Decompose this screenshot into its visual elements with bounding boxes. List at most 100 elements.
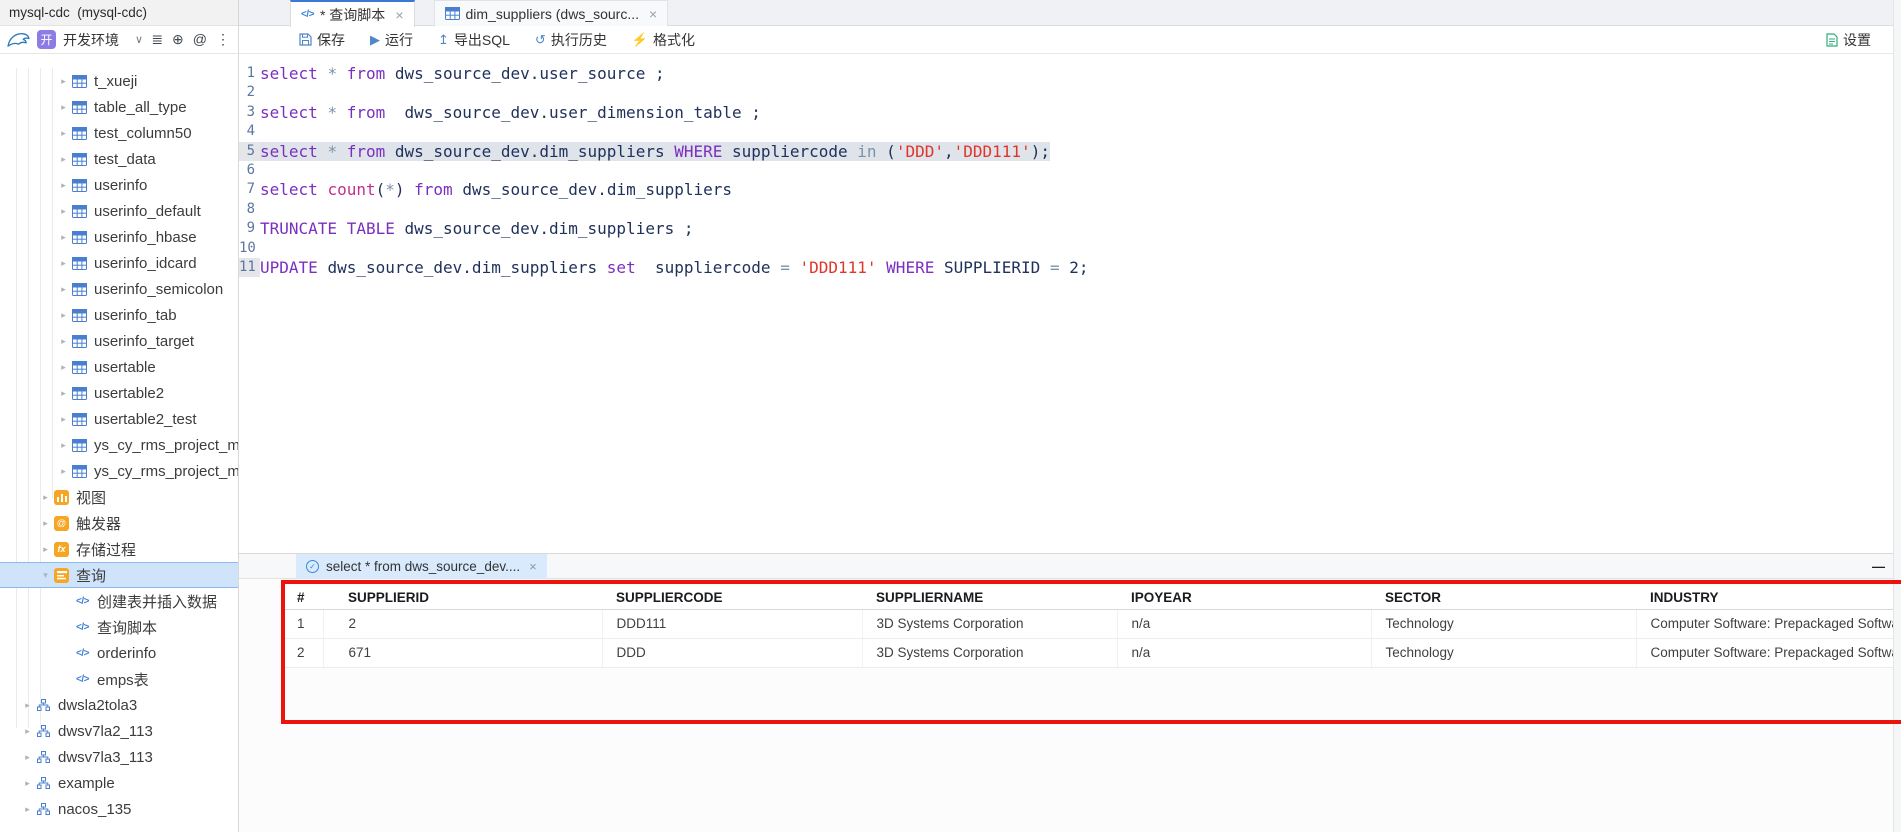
cell[interactable]: 3D Systems Corporation	[862, 609, 1117, 638]
mention-icon[interactable]: @	[193, 31, 207, 48]
table-row[interactable]: 2671DDD3D Systems Corporationn/aTechnolo…	[283, 638, 1899, 667]
tree-item-orderinfo[interactable]: </>orderinfo	[0, 640, 238, 666]
tree-item-dwsv7la2_113[interactable]: ▸dwsv7la2_113	[0, 718, 238, 744]
cell[interactable]: Technology	[1371, 638, 1636, 667]
table-row[interactable]: 12DDD1113D Systems Corporationn/aTechnol…	[283, 609, 1899, 638]
chevron-collapsed-icon[interactable]: ▸	[56, 336, 71, 347]
column-header-SUPPLIERID[interactable]: SUPPLIERID	[323, 586, 602, 609]
tree-item-userinfo_tab[interactable]: ▸userinfo_tab	[0, 302, 238, 328]
chevron-collapsed-icon[interactable]: ▸	[56, 232, 71, 243]
column-header-INDUSTRY[interactable]: INDUSTRY	[1636, 586, 1899, 609]
minimize-results-button[interactable]: —	[1872, 554, 1885, 579]
tree-item-userinfo_hbase[interactable]: ▸userinfo_hbase	[0, 224, 238, 250]
tree-item-userinfo_target[interactable]: ▸userinfo_target	[0, 328, 238, 354]
code-line-6[interactable]: 6	[239, 161, 1893, 180]
tree-item-ys_cy_rms_project_me-[interactable]: ▸ys_cy_rms_project_me...	[0, 458, 238, 484]
cell[interactable]: Computer Software: Prepackaged Software	[1636, 609, 1899, 638]
chevron-collapsed-icon[interactable]: ▸	[20, 778, 35, 789]
chevron-collapsed-icon[interactable]: ▸	[20, 726, 35, 737]
tree-item-userinfo_semicolon[interactable]: ▸userinfo_semicolon	[0, 276, 238, 302]
code-line-11[interactable]: 11UPDATE dws_source_dev.dim_suppliers se…	[239, 258, 1893, 277]
tree-item-table_all_type[interactable]: ▸table_all_type	[0, 94, 238, 120]
tree-item-test_column50[interactable]: ▸test_column50	[0, 120, 238, 146]
code-line-4[interactable]: 4	[239, 122, 1893, 141]
run-button[interactable]: ▶ 运行	[370, 30, 413, 50]
chevron-collapsed-icon[interactable]: ▸	[56, 388, 71, 399]
column-header-SECTOR[interactable]: SECTOR	[1371, 586, 1636, 609]
tree-item-视图[interactable]: ▸视图	[0, 484, 238, 510]
result-tab[interactable]: ✓ select * from dws_source_dev.... ×	[296, 554, 547, 579]
export-sql-button[interactable]: ↥ 导出SQL	[438, 30, 510, 50]
chevron-collapsed-icon[interactable]: ▸	[38, 518, 53, 529]
cell[interactable]: 671	[323, 638, 602, 667]
chevron-collapsed-icon[interactable]: ▸	[56, 310, 71, 321]
column-header-#[interactable]: #	[283, 586, 323, 609]
tree-item-存储过程[interactable]: ▸fx存储过程	[0, 536, 238, 562]
cell[interactable]: DDD	[602, 638, 862, 667]
cell[interactable]: 2	[283, 638, 323, 667]
chevron-collapsed-icon[interactable]: ▸	[56, 180, 71, 191]
tree-item-userinfo_default[interactable]: ▸userinfo_default	[0, 198, 238, 224]
tree-item-dwsv7la3_113[interactable]: ▸dwsv7la3_113	[0, 744, 238, 770]
chevron-collapsed-icon[interactable]: ▸	[56, 102, 71, 113]
chevron-collapsed-icon[interactable]: ▸	[56, 284, 71, 295]
code-line-1[interactable]: 1select * from dws_source_dev.user_sourc…	[239, 64, 1893, 83]
chevron-collapsed-icon[interactable]: ▸	[56, 362, 71, 373]
vertical-scrollbar[interactable]	[1893, 0, 1901, 832]
chevron-collapsed-icon[interactable]: ▸	[38, 492, 53, 503]
column-header-SUPPLIERCODE[interactable]: SUPPLIERCODE	[602, 586, 862, 609]
locate-icon[interactable]: ⊕	[172, 31, 184, 48]
code-line-5[interactable]: 5select * from dws_source_dev.dim_suppli…	[239, 142, 1893, 161]
sql-editor[interactable]: 1select * from dws_source_dev.user_sourc…	[239, 54, 1893, 553]
close-icon[interactable]: ×	[529, 559, 537, 574]
cell[interactable]: n/a	[1117, 638, 1371, 667]
settings-button[interactable]: 设置	[1826, 30, 1871, 50]
history-button[interactable]: ↺ 执行历史	[535, 30, 607, 50]
chevron-collapsed-icon[interactable]: ▸	[56, 414, 71, 425]
tree-item-查询脚本[interactable]: </>查询脚本	[0, 614, 238, 640]
close-icon[interactable]: ×	[649, 6, 657, 22]
column-header-IPOYEAR[interactable]: IPOYEAR	[1117, 586, 1371, 609]
chevron-collapsed-icon[interactable]: ▸	[56, 128, 71, 139]
save-button[interactable]: 保存	[299, 30, 345, 50]
env-selector[interactable]: 开发环境	[63, 30, 119, 50]
chevron-down-icon[interactable]: ∨	[135, 33, 143, 46]
tree-item-usertable[interactable]: ▸usertable	[0, 354, 238, 380]
tree-item-t_xueji[interactable]: ▸t_xueji	[0, 68, 238, 94]
chevron-collapsed-icon[interactable]: ▸	[56, 206, 71, 217]
tree-item-创建表并插入数据[interactable]: </>创建表并插入数据	[0, 588, 238, 614]
ddl-list-icon[interactable]: ≣	[151, 31, 163, 48]
chevron-expanded-icon[interactable]: ▾	[38, 570, 53, 581]
code-line-3[interactable]: 3select * from dws_source_dev.user_dimen…	[239, 103, 1893, 122]
cell[interactable]: Technology	[1371, 609, 1636, 638]
tree-item-nacos_135[interactable]: ▸nacos_135	[0, 796, 238, 822]
chevron-collapsed-icon[interactable]: ▸	[56, 440, 71, 451]
close-icon[interactable]: ×	[395, 7, 403, 23]
cell[interactable]: 2	[323, 609, 602, 638]
tree-item-userinfo_idcard[interactable]: ▸userinfo_idcard	[0, 250, 238, 276]
chevron-collapsed-icon[interactable]: ▸	[56, 466, 71, 477]
chevron-collapsed-icon[interactable]: ▸	[56, 76, 71, 87]
chevron-collapsed-icon[interactable]: ▸	[20, 804, 35, 815]
code-line-9[interactable]: 9TRUNCATE TABLE dws_source_dev.dim_suppl…	[239, 219, 1893, 238]
more-icon[interactable]: ⋮	[216, 31, 230, 48]
chevron-collapsed-icon[interactable]: ▸	[56, 258, 71, 269]
code-line-2[interactable]: 2	[239, 83, 1893, 102]
chevron-collapsed-icon[interactable]: ▸	[20, 700, 35, 711]
cell[interactable]: n/a	[1117, 609, 1371, 638]
cell[interactable]: 1	[283, 609, 323, 638]
code-line-7[interactable]: 7select count(*) from dws_source_dev.dim…	[239, 180, 1893, 199]
tab-dim-suppliers[interactable]: dim_suppliers (dws_sourc... ×	[434, 0, 669, 26]
tree-item-example[interactable]: ▸example	[0, 770, 238, 796]
tree-item-ys_cy_rms_project_me-[interactable]: ▸ys_cy_rms_project_me...	[0, 432, 238, 458]
code-line-8[interactable]: 8	[239, 200, 1893, 219]
chevron-collapsed-icon[interactable]: ▸	[38, 544, 53, 555]
cell[interactable]: 3D Systems Corporation	[862, 638, 1117, 667]
tree-item-emps表[interactable]: </>emps表	[0, 666, 238, 692]
tab-query-script[interactable]: </> * 查询脚本 ×	[290, 0, 415, 27]
tree-item-usertable2_test[interactable]: ▸usertable2_test	[0, 406, 238, 432]
tree-item-usertable2[interactable]: ▸usertable2	[0, 380, 238, 406]
cell[interactable]: DDD111	[602, 609, 862, 638]
chevron-collapsed-icon[interactable]: ▸	[20, 752, 35, 763]
tree-item-触发器[interactable]: ▸@触发器	[0, 510, 238, 536]
